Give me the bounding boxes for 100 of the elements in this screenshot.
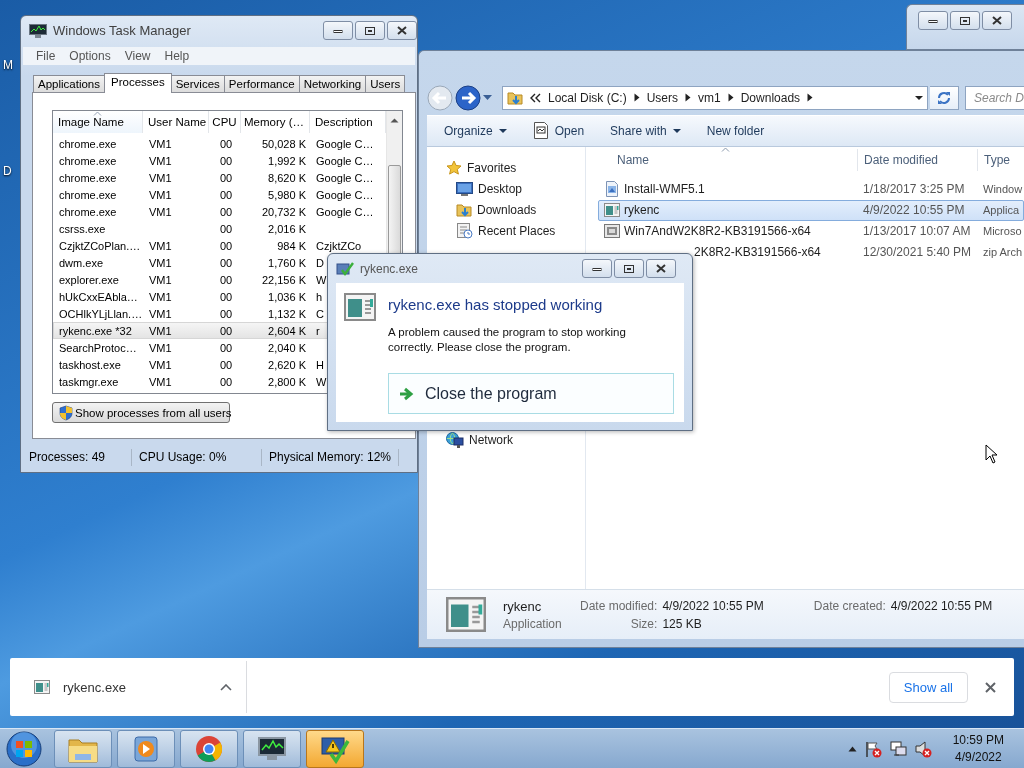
tab[interactable]: Applications [33, 75, 105, 92]
app-window-icon [34, 680, 50, 694]
cursor-icon [985, 444, 998, 464]
table-cell-text: VM1 [148, 358, 173, 371]
breadcrumb-item[interactable]: Users [646, 90, 679, 105]
table-cell-text: VM1 [148, 205, 173, 218]
table-cell-text: 2,016 K [267, 222, 307, 235]
file-date: 12/30/2021 5:40 PM [862, 245, 973, 260]
toolbar-button[interactable]: Organize [444, 123, 507, 138]
table-cell-text: csrss.exe [58, 222, 107, 235]
play-icon [131, 733, 161, 764]
close-button[interactable] [387, 21, 417, 40]
table-cell-text: h [315, 290, 324, 303]
table-row[interactable]: chrome.exe VM1 00 1,992 K Google C… [53, 152, 386, 169]
tab[interactable]: Processes [104, 73, 172, 93]
document-icon [532, 122, 549, 140]
folder-icon [507, 89, 523, 106]
table-cell-text: 2,620 K [267, 358, 307, 371]
table-row[interactable]: chrome.exe VM1 00 50,028 K Google C… [53, 135, 386, 152]
desktop-icon [456, 182, 473, 197]
table-row[interactable]: CzjktZCoPlan.… VM1 00 984 K CzjktZCo [53, 237, 386, 254]
maximize-button[interactable] [355, 21, 385, 40]
file-row[interactable]: Install-WMF5.1 1/18/2017 3:25 PM Window [598, 178, 1024, 200]
column-header[interactable]: Memory (… [241, 111, 310, 133]
arrow-icon [399, 386, 415, 401]
close-icon [397, 26, 407, 35]
refresh-icon [936, 90, 952, 105]
breadcrumb-item[interactable]: Downloads [740, 90, 801, 105]
maximize-icon [624, 264, 634, 273]
sort-icon [721, 146, 730, 152]
table-cell-text: 00 [218, 154, 234, 167]
table-cell-text: CzjktZCoPlan.… [58, 239, 142, 252]
table-cell-text: Google C… [315, 205, 375, 218]
show-all-button[interactable]: Show all [888, 671, 968, 703]
download-file-name[interactable]: rykenc.exe [63, 679, 126, 695]
minimize-button[interactable] [323, 21, 353, 40]
minimize-button[interactable] [918, 11, 948, 30]
taskbar-button[interactable] [306, 729, 364, 768]
toolbar-button[interactable]: Share with [610, 123, 681, 138]
table-row[interactable]: chrome.exe VM1 00 5,980 K Google C… [53, 186, 386, 203]
menu-item[interactable]: Help [157, 49, 197, 63]
toolbar-button[interactable]: Open [532, 122, 585, 140]
maximize-button[interactable] [950, 11, 980, 30]
start-button[interactable] [4, 729, 44, 768]
menu-item[interactable]: View [117, 49, 158, 63]
table-cell-text: VM1 [148, 273, 173, 286]
menu-item[interactable]: Options [62, 49, 118, 63]
file-name: rykenc [503, 598, 543, 614]
status-text: CPU Usage: 0% [132, 449, 262, 466]
toolbar-button[interactable]: New folder [706, 123, 765, 138]
tab[interactable]: Users [365, 75, 406, 92]
table-cell-text: 2,604 K [267, 324, 307, 337]
recent-pages-button[interactable] [483, 95, 492, 101]
column-header[interactable]: CPU [209, 111, 241, 133]
table-cell-text: VM1 [148, 256, 173, 269]
forward-button[interactable] [455, 84, 481, 111]
file-row[interactable]: Win7AndW2K8R2-KB3191566-x64 1/13/2017 10:07 AM Microso [598, 220, 1024, 242]
column-header[interactable]: Image Name [53, 111, 143, 133]
breadcrumb-item[interactable]: Local Disk (C:) [548, 90, 627, 105]
table-cell-text: 00 [218, 290, 234, 303]
nav-item[interactable]: Favorites [446, 157, 517, 179]
table-cell-text: Google C… [315, 154, 375, 167]
close-icon [985, 681, 996, 693]
speaker-icon [913, 739, 932, 758]
tab[interactable]: Services [170, 75, 225, 92]
close-program-button[interactable]: Close the program [388, 373, 674, 414]
close-button[interactable] [646, 259, 676, 278]
refresh-button[interactable] [930, 85, 959, 110]
tab[interactable]: Performance [223, 75, 300, 92]
table-cell-text: 00 [218, 375, 234, 388]
table-row[interactable]: csrss.exe 00 2,016 K [53, 220, 386, 237]
table-cell-text: 00 [218, 137, 234, 150]
table-row[interactable]: chrome.exe VM1 00 8,620 K Google C… [53, 169, 386, 186]
close-button[interactable] [982, 11, 1012, 30]
table-cell-text: 00 [218, 256, 234, 269]
address-bar[interactable]: Local Disk (C:) Users vm1 Downloads [502, 85, 928, 110]
file-row[interactable]: rykenc 4/9/2022 10:55 PM Applica [598, 199, 1024, 221]
nav-item[interactable]: Recent Places [446, 220, 556, 242]
table-cell-text: 00 [218, 188, 234, 201]
show-all-users-button[interactable]: Show processes from all users [52, 402, 230, 423]
table-cell-text: chrome.exe [58, 154, 118, 167]
table-row[interactable]: chrome.exe VM1 00 20,732 K Google C… [53, 203, 386, 220]
minimize-button[interactable] [582, 259, 612, 278]
breadcrumb-item[interactable]: vm1 [698, 90, 721, 105]
table-cell-text: VM1 [148, 341, 173, 354]
monitor-icon [256, 734, 288, 763]
file-type: Microso [982, 225, 1022, 238]
column-header[interactable]: Type [978, 148, 1010, 171]
maximize-button[interactable] [614, 259, 644, 278]
taskbar-button[interactable] [243, 729, 301, 768]
column-header[interactable]: Date modified [858, 148, 978, 171]
menu-item[interactable]: File [29, 49, 63, 63]
tab[interactable]: Networking [298, 75, 367, 92]
detail-value: 125 KB [662, 616, 703, 631]
nav-item[interactable]: Desktop [446, 178, 523, 200]
nav-item[interactable]: Downloads [446, 199, 537, 221]
detail-value: 4/9/2022 10:55 PM [662, 598, 764, 613]
search-field[interactable]: Search D [965, 85, 1024, 110]
table-cell-text: 00 [218, 239, 234, 252]
column-header[interactable]: Name [599, 148, 858, 171]
